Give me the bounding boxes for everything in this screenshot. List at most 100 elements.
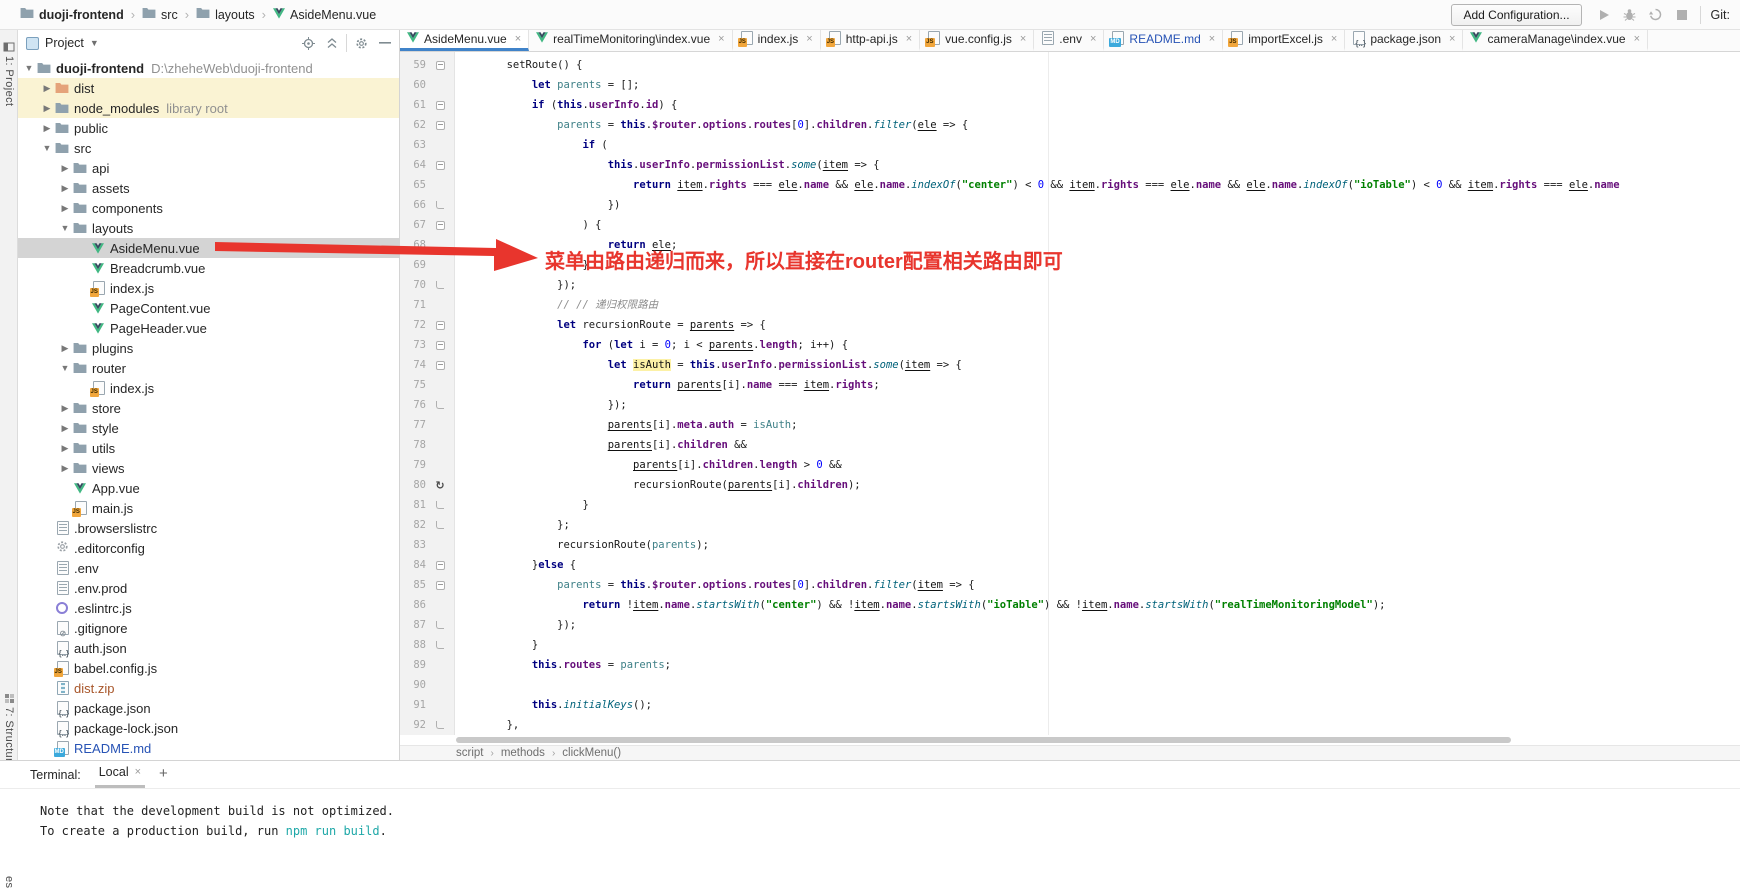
tree-item-.gitignore[interactable]: ⊘.gitignore (18, 618, 399, 638)
terminal-tab-local[interactable]: Local × (95, 765, 145, 788)
tree-item-node_modules[interactable]: ▶node_moduleslibrary root (18, 98, 399, 118)
fold-column[interactable] (426, 615, 454, 635)
debug-icon[interactable] (1622, 7, 1638, 23)
breadcrumb-item[interactable]: src (142, 7, 178, 22)
editor-breadcrumb-item[interactable]: methods (501, 747, 545, 759)
fold-start-icon[interactable] (436, 161, 445, 170)
breadcrumb-item[interactable]: layouts (196, 7, 255, 22)
fold-column[interactable] (426, 435, 454, 455)
run-icon[interactable] (1596, 7, 1612, 23)
editor-breadcrumb-item[interactable]: clickMenu() (562, 747, 621, 759)
fold-column[interactable] (426, 375, 454, 395)
fold-column[interactable] (426, 75, 454, 95)
fold-column[interactable] (426, 195, 454, 215)
collapse-all-icon[interactable] (323, 35, 340, 52)
add-configuration-button[interactable]: Add Configuration... (1451, 4, 1581, 26)
tree-item-assets[interactable]: ▶assets (18, 178, 399, 198)
tab-close-icon[interactable]: × (1020, 33, 1026, 45)
close-icon[interactable]: × (135, 766, 141, 778)
breadcrumb-item[interactable]: AsideMenu.vue (273, 8, 376, 22)
tab-close-icon[interactable]: × (1090, 33, 1096, 45)
tab-close-icon[interactable]: × (515, 33, 521, 45)
gear-icon[interactable] (353, 35, 370, 52)
chevron-right-icon[interactable]: ▶ (40, 123, 54, 134)
chevron-right-icon[interactable]: ▶ (40, 103, 54, 114)
tool-button-project[interactable]: 1: Project (0, 34, 18, 106)
fold-column[interactable] (426, 295, 454, 315)
tab-index.js[interactable]: JSindex.js× (733, 30, 821, 51)
fold-column[interactable] (426, 495, 454, 515)
fold-column[interactable] (426, 575, 454, 595)
fold-column[interactable] (426, 155, 454, 175)
fold-start-icon[interactable] (436, 221, 445, 230)
tree-item-layouts[interactable]: ▼layouts (18, 218, 399, 238)
chevron-down-icon[interactable]: ▼ (58, 223, 72, 233)
chevron-down-icon[interactable]: ▼ (58, 363, 72, 373)
scrollbar-thumb[interactable] (456, 737, 1511, 743)
stop-icon[interactable] (1674, 7, 1690, 23)
chevron-down-icon[interactable]: ▼ (22, 63, 36, 73)
fold-column[interactable] (426, 455, 454, 475)
tab-cameraManage-index.vue[interactable]: cameraManage\index.vue× (1463, 30, 1648, 51)
rerun-icon[interactable] (1648, 7, 1664, 23)
breadcrumb-item[interactable]: duoji-frontend (20, 7, 124, 22)
tree-item-AsideMenu.vue[interactable]: AsideMenu.vue (18, 238, 399, 258)
tree-item-dist.zip[interactable]: dist.zip (18, 678, 399, 698)
fold-column[interactable] (426, 715, 454, 735)
tab-.env[interactable]: .env× (1034, 30, 1104, 51)
fold-start-icon[interactable] (436, 101, 445, 110)
tab-README.md[interactable]: MDREADME.md× (1104, 30, 1223, 51)
tree-item-store[interactable]: ▶store (18, 398, 399, 418)
fold-column[interactable] (426, 515, 454, 535)
fold-column[interactable] (426, 675, 454, 695)
tab-close-icon[interactable]: × (1331, 33, 1337, 45)
tree-item-router[interactable]: ▼router (18, 358, 399, 378)
tree-item-.eslintrc.js[interactable]: .eslintrc.js (18, 598, 399, 618)
chevron-down-icon[interactable]: ▼ (40, 143, 54, 153)
fold-column[interactable] (426, 355, 454, 375)
new-terminal-session-button[interactable]: + (159, 765, 168, 788)
tab-close-icon[interactable]: × (1209, 33, 1215, 45)
code-editor[interactable]: 59 setRoute() {60 let parents = [];61 if… (400, 52, 1740, 735)
terminal-output[interactable]: Note that the development build is not o… (0, 789, 1740, 841)
tool-button-fragment[interactable]: es (0, 872, 18, 888)
chevron-right-icon[interactable]: ▶ (58, 183, 72, 194)
fold-column[interactable] (426, 695, 454, 715)
tab-close-icon[interactable]: × (718, 33, 724, 45)
tab-importExcel.js[interactable]: JSimportExcel.js× (1223, 30, 1345, 51)
fold-start-icon[interactable] (436, 361, 445, 370)
tree-item-Breadcrumb.vue[interactable]: Breadcrumb.vue (18, 258, 399, 278)
tab-realTimeMonitoring-index.vue[interactable]: realTimeMonitoring\index.vue× (529, 30, 732, 51)
fold-column[interactable] (426, 55, 454, 75)
tab-AsideMenu.vue[interactable]: AsideMenu.vue× (400, 30, 529, 51)
fold-column[interactable] (426, 215, 454, 235)
tree-item-.browserslistrc[interactable]: .browserslistrc (18, 518, 399, 538)
tree-item-PageContent.vue[interactable]: PageContent.vue (18, 298, 399, 318)
fold-column[interactable] (426, 315, 454, 335)
fold-column[interactable] (426, 235, 454, 255)
project-panel-title[interactable]: Project (45, 36, 84, 50)
fold-start-icon[interactable] (436, 121, 445, 130)
tree-item-index.js[interactable]: JSindex.js (18, 378, 399, 398)
fold-column[interactable] (426, 115, 454, 135)
chevron-right-icon[interactable]: ▶ (58, 163, 72, 174)
fold-start-icon[interactable] (436, 341, 445, 350)
fold-column[interactable] (426, 255, 454, 275)
tree-item-dist[interactable]: ▶dist (18, 78, 399, 98)
locate-file-icon[interactable] (300, 35, 317, 52)
fold-start-icon[interactable] (436, 321, 445, 330)
tree-item-babel.config.js[interactable]: JSbabel.config.js (18, 658, 399, 678)
tree-item-plugins[interactable]: ▶plugins (18, 338, 399, 358)
fold-column[interactable] (426, 175, 454, 195)
fold-column[interactable] (426, 275, 454, 295)
tree-item-components[interactable]: ▶components (18, 198, 399, 218)
chevron-right-icon[interactable]: ▶ (58, 403, 72, 414)
chevron-right-icon[interactable]: ▶ (40, 83, 54, 94)
chevron-right-icon[interactable]: ▶ (58, 423, 72, 434)
fold-column[interactable]: ↻ (426, 475, 454, 495)
tree-item-.editorconfig[interactable]: .editorconfig (18, 538, 399, 558)
tab-close-icon[interactable]: × (1634, 33, 1640, 45)
tree-item-README.md[interactable]: MDREADME.md (18, 738, 399, 758)
fold-column[interactable] (426, 395, 454, 415)
editor-breadcrumb-item[interactable]: script (456, 747, 483, 759)
